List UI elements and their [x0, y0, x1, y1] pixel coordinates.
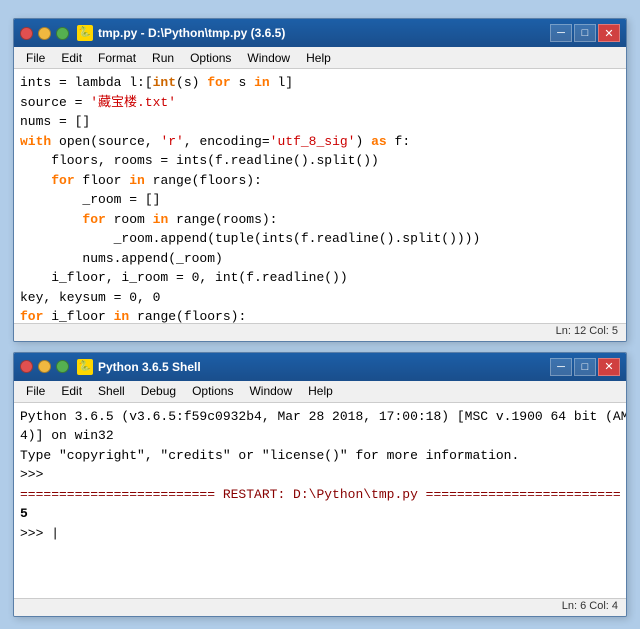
shell-window-controls[interactable]: ─ □ ✕: [550, 358, 620, 376]
shell-line-6: 5: [20, 504, 620, 524]
shell-status-text: Ln: 6 Col: 4: [562, 600, 618, 612]
shell-title: Python 3.6.5 Shell: [98, 360, 550, 374]
shell-menu-window[interactable]: Window: [241, 382, 300, 400]
editor-window-buttons: [20, 27, 69, 40]
code-line-5: floors, rooms = ints(f.readline().split(…: [20, 151, 620, 171]
code-line-13: for i_floor in range(floors):: [20, 307, 620, 323]
code-line-4: with open(source, 'r', encoding='utf_8_s…: [20, 132, 620, 152]
shell-close[interactable]: ✕: [598, 358, 620, 376]
editor-window: 🐍 tmp.py - D:\Python\tmp.py (3.6.5) ─ □ …: [13, 18, 627, 342]
code-line-8: for room in range(rooms):: [20, 210, 620, 230]
editor-status-bar: Ln: 12 Col: 5: [14, 323, 626, 341]
code-line-7: _room = []: [20, 190, 620, 210]
shell-line-1: Python 3.6.5 (v3.6.5:f59c0932b4, Mar 28 …: [20, 407, 620, 427]
editor-close[interactable]: ✕: [598, 24, 620, 42]
editor-status-text: Ln: 12 Col: 5: [556, 325, 618, 337]
code-line-3: nums = []: [20, 112, 620, 132]
editor-window-controls[interactable]: ─ □ ✕: [550, 24, 620, 42]
shell-max-btn[interactable]: [56, 360, 69, 373]
shell-icon: 🐍: [77, 359, 93, 375]
code-line-2: source = '藏宝楼.txt': [20, 93, 620, 113]
shell-close-btn[interactable]: [20, 360, 33, 373]
code-line-11: i_floor, i_room = 0, int(f.readline()): [20, 268, 620, 288]
editor-minimize[interactable]: ─: [550, 24, 572, 42]
shell-status-bar: Ln: 6 Col: 4: [14, 598, 626, 616]
code-line-10: nums.append(_room): [20, 249, 620, 269]
shell-line-4: >>>: [20, 465, 620, 485]
shell-window-buttons: [20, 360, 69, 373]
code-line-1: ints = lambda l:[int(s) for s in l]: [20, 73, 620, 93]
editor-min-btn[interactable]: [38, 27, 51, 40]
code-line-6: for floor in range(floors):: [20, 171, 620, 191]
editor-menu-bar: File Edit Format Run Options Window Help: [14, 47, 626, 69]
shell-output-area[interactable]: Python 3.6.5 (v3.6.5:f59c0932b4, Mar 28 …: [14, 403, 626, 598]
editor-title: tmp.py - D:\Python\tmp.py (3.6.5): [98, 26, 550, 40]
shell-maximize[interactable]: □: [574, 358, 596, 376]
shell-line-3: Type "copyright", "credits" or "license(…: [20, 446, 620, 466]
shell-menu-bar: File Edit Shell Debug Options Window Hel…: [14, 381, 626, 403]
shell-line-2: 4)] on win32: [20, 426, 620, 446]
editor-menu-window[interactable]: Window: [239, 49, 298, 67]
editor-title-bar: 🐍 tmp.py - D:\Python\tmp.py (3.6.5) ─ □ …: [14, 19, 626, 47]
shell-min-btn[interactable]: [38, 360, 51, 373]
shell-menu-debug[interactable]: Debug: [133, 382, 184, 400]
shell-window: 🐍 Python 3.6.5 Shell ─ □ ✕ File Edit She…: [13, 352, 627, 617]
editor-code-area[interactable]: ints = lambda l:[int(s) for s in l] sour…: [14, 69, 626, 323]
shell-minimize[interactable]: ─: [550, 358, 572, 376]
shell-menu-edit[interactable]: Edit: [53, 382, 90, 400]
shell-menu-file[interactable]: File: [18, 382, 53, 400]
shell-menu-help[interactable]: Help: [300, 382, 341, 400]
shell-menu-options[interactable]: Options: [184, 382, 241, 400]
editor-menu-run[interactable]: Run: [144, 49, 182, 67]
shell-line-5: ========================= RESTART: D:\Py…: [20, 485, 620, 505]
editor-menu-file[interactable]: File: [18, 49, 53, 67]
editor-menu-edit[interactable]: Edit: [53, 49, 90, 67]
editor-menu-format[interactable]: Format: [90, 49, 144, 67]
editor-maximize[interactable]: □: [574, 24, 596, 42]
shell-line-7[interactable]: >>> |: [20, 524, 620, 544]
editor-menu-options[interactable]: Options: [182, 49, 239, 67]
shell-menu-shell[interactable]: Shell: [90, 382, 133, 400]
editor-menu-help[interactable]: Help: [298, 49, 339, 67]
code-line-9: _room.append(tuple(ints(f.readline().spl…: [20, 229, 620, 249]
desktop: 🐍 tmp.py - D:\Python\tmp.py (3.6.5) ─ □ …: [0, 0, 640, 629]
editor-icon: 🐍: [77, 25, 93, 41]
shell-title-bar: 🐍 Python 3.6.5 Shell ─ □ ✕: [14, 353, 626, 381]
code-line-12: key, keysum = 0, 0: [20, 288, 620, 308]
editor-close-btn[interactable]: [20, 27, 33, 40]
editor-max-btn[interactable]: [56, 27, 69, 40]
